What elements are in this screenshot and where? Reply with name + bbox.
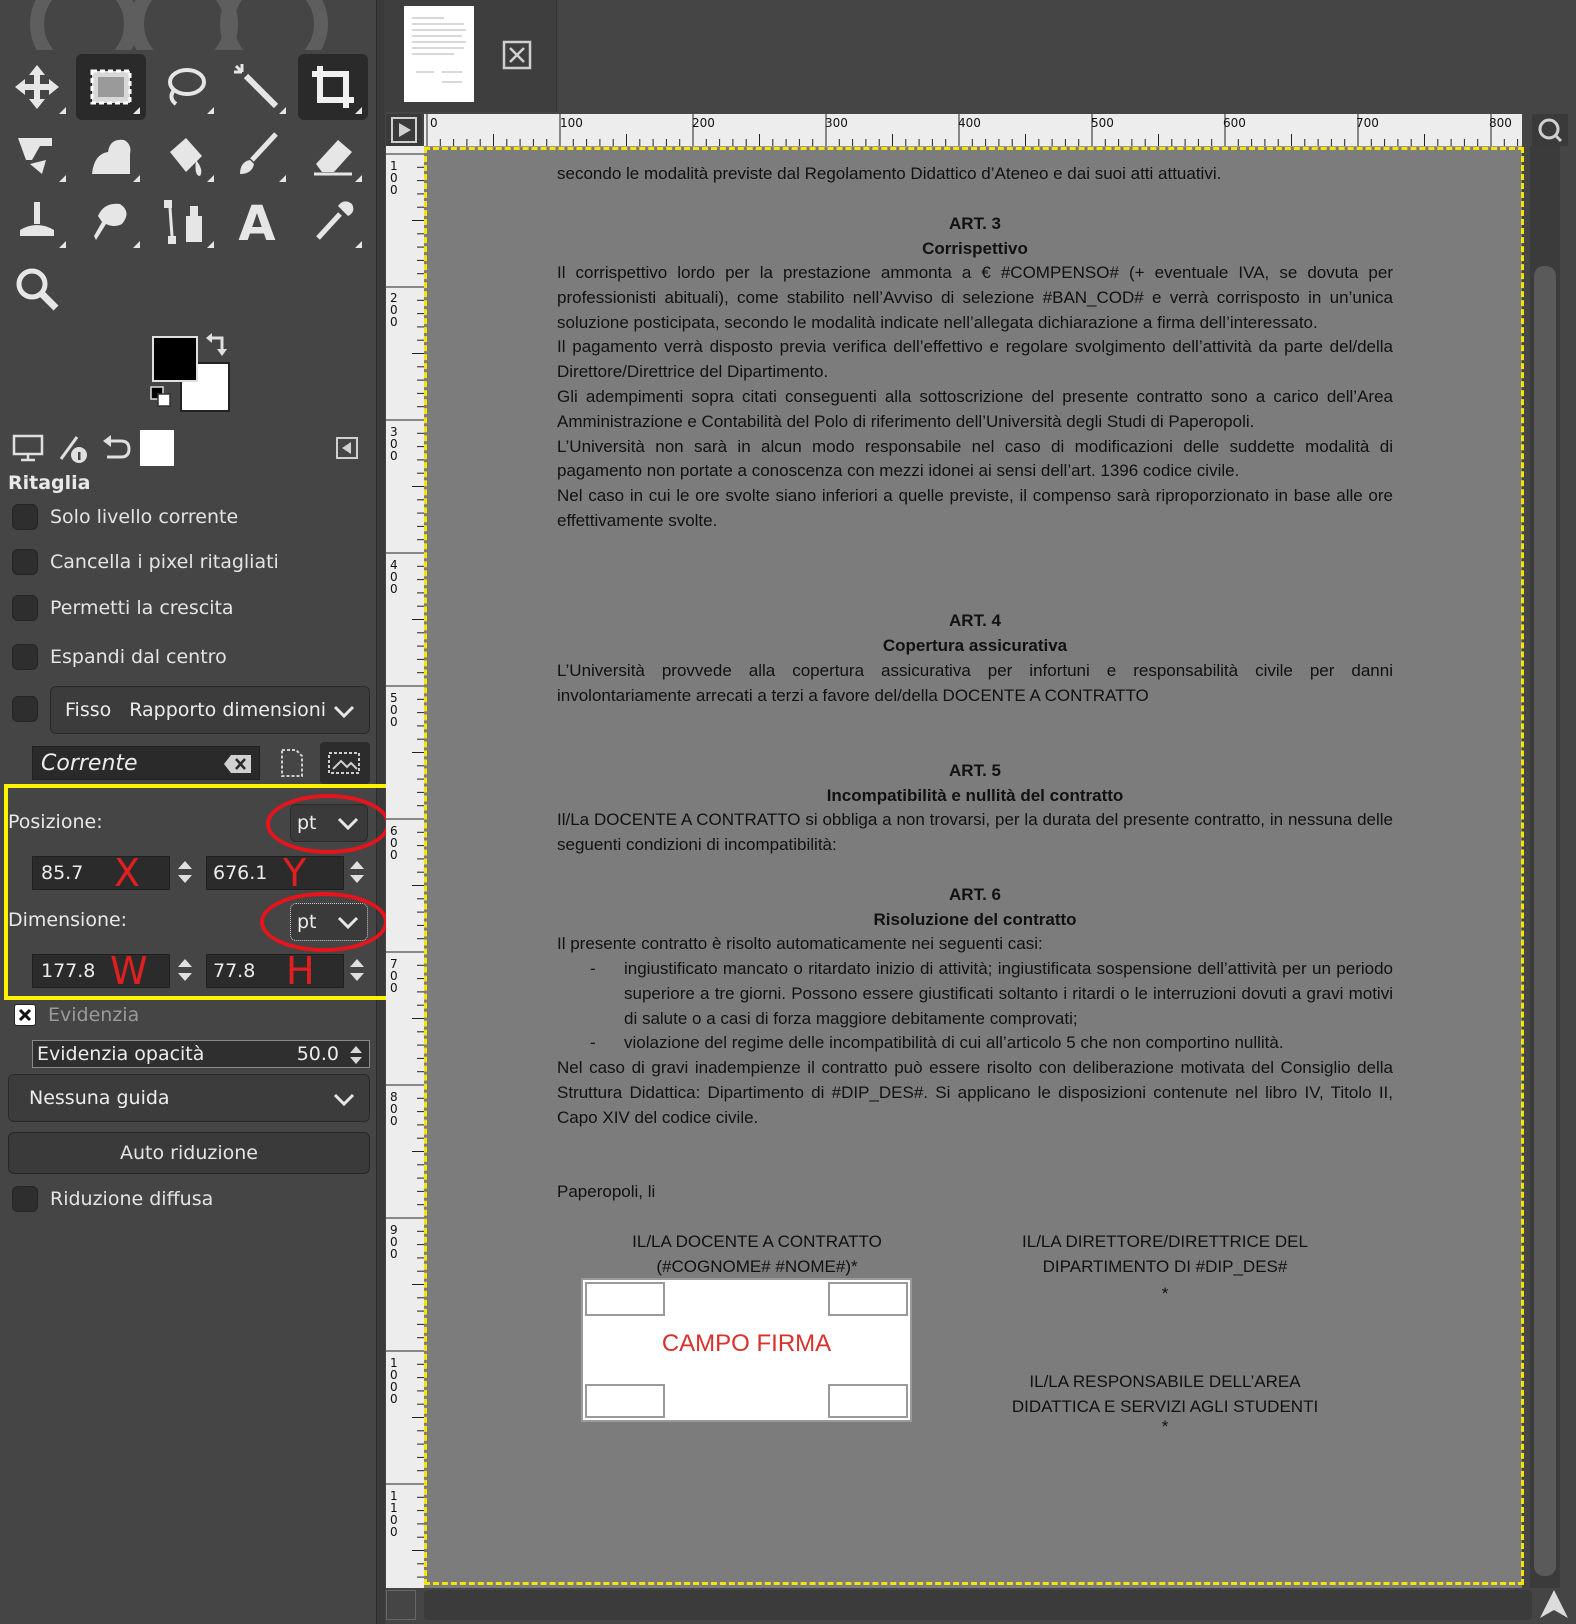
signature-right-caption-2: IL/LA RESPONSABILE DELL’AREA DIDATTICA E… bbox=[1011, 1372, 1319, 1436]
document-text: secondo le modalità previste dal Regolam… bbox=[557, 164, 1222, 183]
quick-mask-toggle[interactable] bbox=[386, 114, 422, 146]
checkbox[interactable] bbox=[12, 696, 38, 722]
art3-body: Il corrispettivo lordo per la prestazion… bbox=[557, 263, 1393, 530]
tab-undo-history[interactable] bbox=[96, 428, 136, 468]
checkbox[interactable] bbox=[12, 1186, 38, 1212]
campo-firma-label: CAMPO FIRMA bbox=[661, 1330, 832, 1357]
default-colors-icon[interactable] bbox=[150, 386, 172, 412]
art6-list-item: - ingiustificato mancato o ritardato ini… bbox=[590, 959, 1393, 1028]
art4-body: L’Università provvede alla copertura ass… bbox=[557, 661, 1393, 705]
guides-dropdown[interactable]: Nessuna guida bbox=[8, 1074, 370, 1122]
zoom-image-icon[interactable] bbox=[1532, 114, 1568, 146]
warp-transform-tool-icon[interactable] bbox=[76, 122, 146, 188]
svg-text:A: A bbox=[238, 196, 275, 246]
spinner-icon[interactable] bbox=[347, 1044, 365, 1066]
landscape-icon[interactable] bbox=[320, 742, 370, 784]
text-tool-icon[interactable]: A bbox=[222, 188, 292, 254]
unified-transform-tool-icon[interactable] bbox=[2, 122, 72, 188]
signature-field-box[interactable]: CAMPO FIRMA bbox=[581, 1278, 912, 1422]
art6-heading: ART. 6 Risoluzione del contratto bbox=[873, 885, 1077, 929]
fuzzy-select-tool-icon[interactable] bbox=[222, 54, 292, 120]
checkbox-checked[interactable] bbox=[14, 1004, 36, 1026]
option-allow-growing[interactable]: Permetti la crescita bbox=[12, 591, 234, 625]
tool-options-title: Ritaglia bbox=[8, 472, 91, 494]
smudge-tool-icon[interactable] bbox=[76, 188, 146, 254]
chevron-down-icon bbox=[333, 705, 355, 719]
option-delete-cropped-pixels[interactable]: Cancella i pixel ritagliati bbox=[12, 545, 279, 579]
scroll-thumb[interactable] bbox=[1534, 266, 1556, 1576]
option-current-layer-only[interactable]: Solo livello corrente bbox=[12, 500, 238, 534]
option-fixed[interactable] bbox=[12, 692, 50, 726]
signature-corner-cell bbox=[828, 1384, 908, 1418]
clear-input-icon[interactable] bbox=[223, 753, 253, 775]
option-highlight[interactable]: Evidenzia bbox=[12, 998, 139, 1032]
foreground-color-swatch[interactable] bbox=[152, 336, 198, 382]
checkbox[interactable] bbox=[12, 549, 38, 575]
art6-body-2: Nel caso di gravi inadempienze il contra… bbox=[557, 1058, 1393, 1127]
tab-images[interactable] bbox=[140, 430, 174, 466]
clone-tool-icon[interactable] bbox=[2, 188, 72, 254]
place-date: Paperopoli, li bbox=[557, 1182, 656, 1201]
option-shrink-merged[interactable]: Riduzione diffusa bbox=[12, 1182, 213, 1216]
color-picker-tool-icon[interactable] bbox=[298, 188, 368, 254]
rect-select-tool-icon[interactable] bbox=[76, 54, 146, 120]
auto-shrink-button[interactable]: Auto riduzione bbox=[8, 1132, 370, 1174]
dock-menu-icon[interactable] bbox=[334, 428, 360, 468]
dock-tabs bbox=[8, 428, 368, 468]
aspect-ratio-input[interactable]: Corrente bbox=[32, 746, 260, 780]
bucket-fill-tool-icon[interactable] bbox=[150, 122, 220, 188]
gimp-logo-background bbox=[20, 0, 340, 50]
unit-annotation-circle bbox=[266, 794, 390, 854]
vertical-scrollbar[interactable] bbox=[1530, 146, 1560, 1588]
lasso-tool-icon[interactable] bbox=[150, 54, 220, 120]
crop-tool-icon[interactable] bbox=[298, 54, 368, 120]
checkbox[interactable] bbox=[12, 504, 38, 530]
tab-device-status[interactable] bbox=[52, 428, 92, 468]
zoom-tool-icon[interactable] bbox=[2, 256, 72, 322]
chevron-down-icon bbox=[333, 1093, 355, 1107]
signature-corner-cell bbox=[585, 1282, 665, 1316]
signature-right-caption: IL/LA DIRETTORE/DIRETTRICE DEL DIPARTIME… bbox=[1022, 1232, 1308, 1303]
signature-corner-cell bbox=[585, 1384, 665, 1418]
art6-body: Il presente contratto è risolto automati… bbox=[557, 934, 1043, 953]
vertical-ruler[interactable]: 1 0 0 2 0 0 3 0 0 4 0 0 5 0 0 6 0 0 7 0 … bbox=[386, 146, 425, 1588]
tab-tool-options[interactable] bbox=[8, 428, 48, 468]
highlight-opacity-slider[interactable]: Evidenzia opacità 50.0 bbox=[32, 1040, 370, 1068]
art5-body: Il/La DOCENTE A CONTRATTO si obbliga a n… bbox=[557, 810, 1393, 854]
art4-heading: ART. 4 Copertura assicurativa bbox=[882, 611, 1068, 655]
signature-corner-cell bbox=[828, 1282, 908, 1316]
image-thumbnail[interactable] bbox=[404, 6, 474, 102]
move-tool-icon[interactable] bbox=[2, 54, 72, 120]
art3-heading: ART. 3 Corrispettivo bbox=[922, 214, 1028, 258]
horizontal-ruler[interactable]: 0 100 200 300 400 500 600 700 800 bbox=[424, 114, 1522, 147]
option-expand-from-center[interactable]: Espandi dal centro bbox=[12, 640, 227, 674]
portrait-icon[interactable] bbox=[278, 748, 306, 782]
fixed-mode-dropdown[interactable]: Fisso Rapporto dimensioni bbox=[50, 686, 370, 734]
checkbox[interactable] bbox=[12, 595, 38, 621]
paths-tool-icon[interactable] bbox=[150, 188, 220, 254]
eraser-tool-icon[interactable] bbox=[298, 122, 368, 188]
checkbox[interactable] bbox=[12, 644, 38, 670]
horizontal-scrollbar[interactable] bbox=[424, 1590, 1532, 1620]
paintbrush-tool-icon[interactable] bbox=[222, 122, 292, 188]
close-image-icon[interactable] bbox=[502, 40, 532, 74]
swap-colors-icon[interactable] bbox=[204, 332, 230, 362]
art6-list-item: - violazione del regime delle incompatib… bbox=[590, 1033, 1284, 1052]
art5-heading: ART. 5 Incompatibilità e nullità del con… bbox=[826, 761, 1124, 805]
signature-left-caption: IL/LA DOCENTE A CONTRATTO (#COGNOME# #NO… bbox=[632, 1232, 882, 1276]
unit-annotation-circle bbox=[260, 892, 388, 952]
navigation-icon[interactable] bbox=[1538, 1588, 1570, 1624]
navigate-icon[interactable] bbox=[386, 1590, 416, 1620]
